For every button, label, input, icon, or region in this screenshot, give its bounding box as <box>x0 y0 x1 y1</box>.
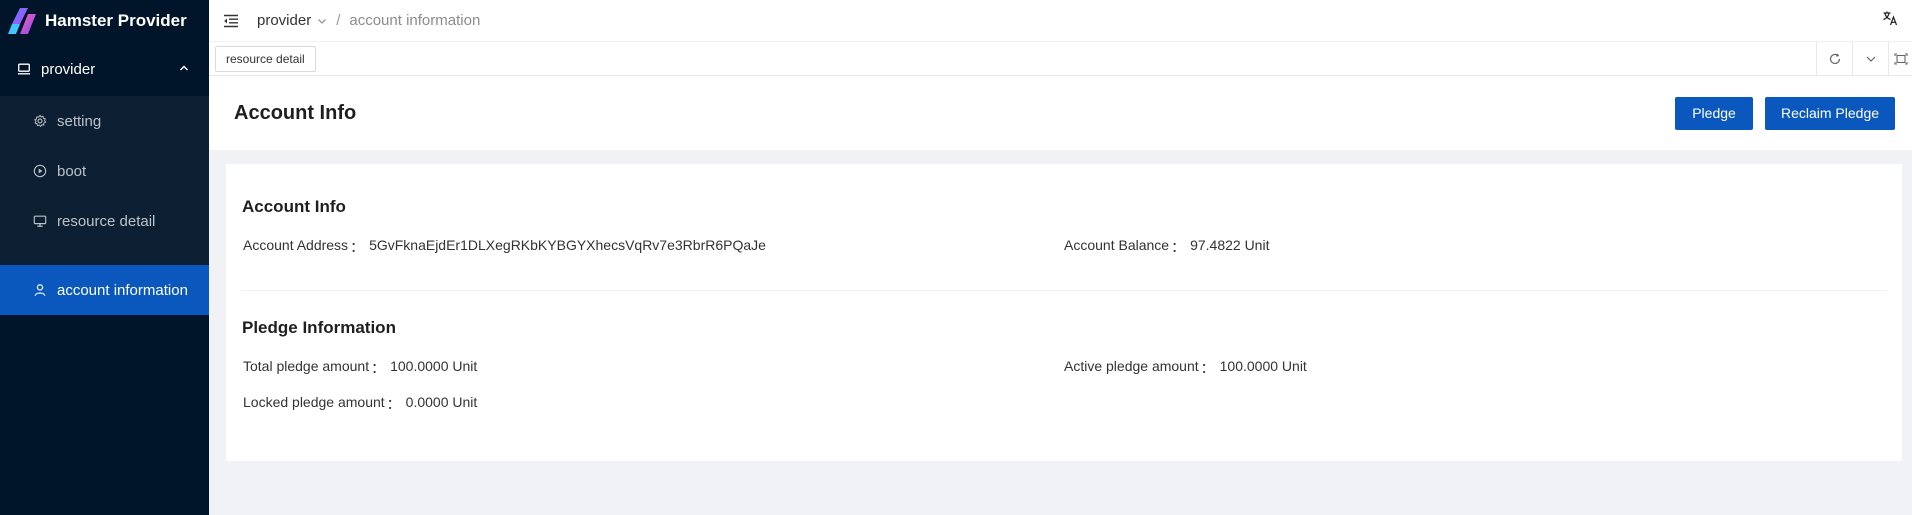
account-balance-label: Account Balance <box>1064 237 1170 253</box>
breadcrumb-item-provider[interactable]: provider <box>257 12 327 29</box>
desktop-icon <box>16 62 31 77</box>
account-address-label: Account Address <box>243 237 349 253</box>
colon: ： <box>386 396 401 412</box>
page-actions: Pledge Reclaim Pledge <box>1675 96 1895 130</box>
gear-icon <box>32 114 47 129</box>
menu-fold-icon[interactable] <box>221 11 241 31</box>
sidebar-item-label: setting <box>57 112 102 130</box>
account-address-field: Account Address： 5GvFknaEjdEr1DLXegRKbKYB… <box>242 237 1064 257</box>
colon: ： <box>371 360 386 376</box>
account-info-title: Account Info <box>242 197 346 216</box>
tab-bar: resource detail <box>209 41 1912 76</box>
chevron-down-icon[interactable] <box>1852 41 1888 76</box>
locked-pledge-field: Locked pledge amount： 0.0000 Unit <box>242 394 1065 414</box>
colon: ： <box>350 239 365 255</box>
total-pledge-value: 100.0000 Unit <box>390 358 478 374</box>
hamster-logo-icon <box>8 8 36 34</box>
fullscreen-icon[interactable] <box>1888 41 1912 76</box>
account-row: Account Address： 5GvFknaEjdEr1DLXegRKbKYB… <box>242 237 1886 257</box>
reclaim-pledge-button[interactable]: Reclaim Pledge <box>1765 96 1895 130</box>
sidebar-item-resource-detail[interactable]: resource detail <box>0 196 209 246</box>
chevron-down-icon <box>317 16 327 26</box>
content-area: Account Info Account Address： 5GvFknaEjdE… <box>209 150 1912 515</box>
sidebar-group-label: provider <box>41 60 96 78</box>
sidebar: Hamster Provider provider setting boot r… <box>0 0 209 515</box>
sidebar-group-provider[interactable]: provider <box>0 42 209 96</box>
breadcrumb: provider / account information <box>257 12 480 29</box>
translate-icon[interactable] <box>1882 10 1898 26</box>
tab-actions <box>1816 41 1912 76</box>
active-pledge-value: 100.0000 Unit <box>1219 358 1307 374</box>
account-balance-field: Account Balance： 97.4822 Unit <box>1064 237 1886 257</box>
active-pledge-field: Active pledge amount： 100.0000 Unit <box>1064 358 1886 378</box>
colon: ： <box>1171 239 1186 255</box>
breadcrumb-separator: / <box>336 12 341 29</box>
pledge-row-2: Locked pledge amount： 0.0000 Unit <box>242 394 1886 414</box>
colon: ： <box>1200 360 1215 376</box>
locked-pledge-label: Locked pledge amount <box>243 394 385 410</box>
main-area: provider / account information resource … <box>209 0 1912 515</box>
chevron-up-icon <box>179 60 189 78</box>
page-title: Account Info <box>234 101 357 124</box>
sidebar-item-label: account information <box>57 281 188 299</box>
pledge-info-title: Pledge Information <box>242 318 396 337</box>
user-icon <box>32 283 47 298</box>
sidebar-submenu: setting boot resource detail <box>0 96 209 265</box>
top-header: provider / account information <box>209 0 1912 42</box>
app-title: Hamster Provider <box>45 11 187 30</box>
sidebar-item-setting[interactable]: setting <box>0 96 209 146</box>
header-actions <box>1882 10 1898 31</box>
monitor-icon <box>32 214 47 229</box>
account-card: Account Info Account Address： 5GvFknaEjdE… <box>226 164 1902 461</box>
refresh-icon[interactable] <box>1816 41 1852 76</box>
play-circle-icon <box>32 164 47 179</box>
locked-pledge-value: 0.0000 Unit <box>405 394 478 410</box>
pledge-row-1: Total pledge amount： 100.0000 Unit Active… <box>242 358 1886 378</box>
page-header: Account Info Pledge Reclaim Pledge <box>209 76 1912 150</box>
sidebar-item-account-information[interactable]: account information <box>0 265 209 315</box>
breadcrumb-item-current: account information <box>349 12 481 29</box>
app: Hamster Provider provider setting boot r… <box>0 0 1912 515</box>
sidebar-item-label: resource detail <box>57 212 156 230</box>
active-pledge-label: Active pledge amount <box>1064 358 1199 374</box>
sidebar-item-label: boot <box>57 162 87 180</box>
tab-resource-detail[interactable]: resource detail <box>215 45 316 72</box>
total-pledge-field: Total pledge amount： 100.0000 Unit <box>242 358 1064 378</box>
breadcrumb-label: provider <box>257 12 312 29</box>
pledge-button[interactable]: Pledge <box>1675 96 1753 130</box>
account-address-value: 5GvFknaEjdEr1DLXegRKbKYBGYXhecsVqRv7e3Rb… <box>369 237 766 253</box>
logo: Hamster Provider <box>0 0 209 42</box>
sidebar-item-boot[interactable]: boot <box>0 146 209 196</box>
total-pledge-label: Total pledge amount <box>243 358 370 374</box>
account-balance-value: 97.4822 Unit <box>1190 237 1270 253</box>
